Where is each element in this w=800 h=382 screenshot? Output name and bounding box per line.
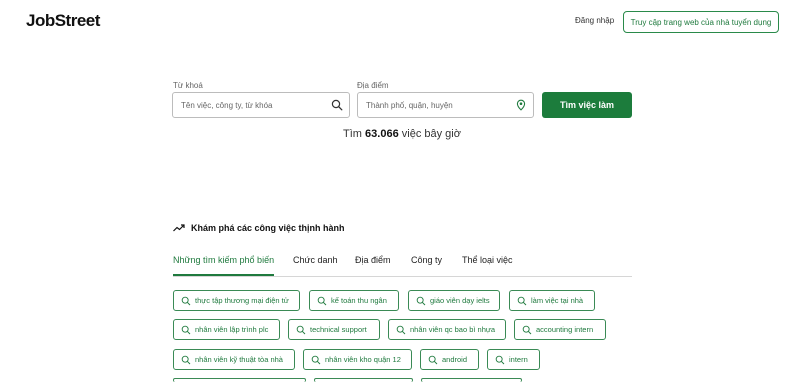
search-icon — [495, 355, 505, 364]
search-icon — [181, 355, 191, 364]
job-count-value: 63.066 — [365, 128, 399, 140]
chip-search-term[interactable]: nhân viên kỹ thuật tòa nhà — [173, 349, 295, 370]
tab-job-categories[interactable]: Thể loại việc — [462, 255, 513, 274]
search-icon — [517, 296, 527, 305]
location-field[interactable] — [357, 92, 534, 118]
search-icon — [181, 325, 191, 334]
tab-companies[interactable]: Công ty — [411, 255, 442, 274]
chip-label: nhân viên kho quận 12 — [325, 355, 401, 364]
chip-label: accounting intern — [536, 325, 594, 334]
tab-popular-searches[interactable]: Những tìm kiếm phổ biến — [173, 255, 275, 276]
location-input[interactable] — [366, 93, 516, 117]
login-link[interactable]: Đăng nhập — [575, 16, 614, 25]
job-count-prefix: Tìm — [343, 128, 362, 140]
chip-search-term[interactable]: accounting intern — [514, 319, 606, 340]
tab-job-titles[interactable]: Chức danh — [293, 255, 338, 274]
chip-label: nhân viên qc bao bì nhựa — [410, 325, 496, 334]
chip-search-term[interactable]: nhân viên lập trình plc — [173, 319, 280, 340]
chip-search-term[interactable] — [314, 378, 413, 382]
search-icon — [416, 296, 426, 305]
jobstreet-logo[interactable]: JobStreet — [26, 11, 100, 31]
location-pin-icon — [516, 99, 526, 111]
chip-label: technical support — [310, 325, 367, 334]
search-icon — [311, 355, 321, 364]
tab-locations[interactable]: Địa điểm — [355, 255, 391, 274]
search-jobs-button[interactable]: Tìm việc làm — [542, 92, 632, 118]
search-icon — [396, 325, 406, 334]
keyword-field[interactable] — [172, 92, 350, 118]
chip-search-term[interactable]: kế toán thu ngân — [309, 290, 399, 311]
chip-search-term[interactable]: làm việc tại nhà — [509, 290, 595, 311]
search-icon — [331, 99, 343, 111]
chip-search-term[interactable] — [173, 378, 306, 382]
chip-search-term[interactable]: giáo viên dạy ielts — [408, 290, 500, 311]
search-icon — [522, 325, 532, 334]
explore-title: Khám phá các công việc thịnh hành — [191, 223, 345, 233]
employer-site-button[interactable]: Truy cập trang web của nhà tuyển dụng — [623, 11, 779, 33]
chip-label: nhân viên lập trình plc — [195, 325, 269, 334]
explore-tabs: Những tìm kiếm phổ biến Chức danh Địa đi… — [173, 250, 632, 277]
chip-label: intern — [509, 355, 528, 364]
top-header: JobStreet Đăng nhập Truy cập trang web c… — [0, 0, 800, 44]
chip-search-term[interactable]: android — [420, 349, 479, 370]
chip-search-term[interactable]: intern — [487, 349, 540, 370]
chip-label: kế toán thu ngân — [331, 296, 387, 305]
keyword-input[interactable] — [181, 93, 331, 117]
chip-label: android — [442, 355, 468, 364]
chip-label: làm việc tại nhà — [531, 296, 584, 305]
chip-search-term[interactable]: technical support — [288, 319, 380, 340]
chip-label: thực tập thương mại điện tử — [195, 296, 289, 305]
location-label: Địa điểm — [357, 81, 389, 90]
job-count: Tìm 63.066 việc bây giờ — [0, 128, 800, 140]
search-icon — [181, 296, 191, 305]
job-count-suffix: việc bây giờ — [401, 128, 461, 140]
search-icon — [296, 325, 306, 334]
chip-search-term[interactable]: nhân viên qc bao bì nhựa — [388, 319, 506, 340]
keyword-label: Từ khoá — [173, 81, 203, 90]
chip-label: nhân viên kỹ thuật tòa nhà — [195, 355, 283, 364]
search-icon — [317, 296, 327, 305]
chip-search-term[interactable]: thực tập thương mại điện tử — [173, 290, 300, 311]
explore-heading: Khám phá các công việc thịnh hành — [173, 223, 345, 233]
chip-label: giáo viên dạy ielts — [430, 296, 490, 305]
chip-search-term[interactable]: nhân viên kho quận 12 — [303, 349, 412, 370]
trending-icon — [173, 224, 185, 232]
chip-search-term[interactable] — [421, 378, 522, 382]
search-icon — [428, 355, 438, 364]
